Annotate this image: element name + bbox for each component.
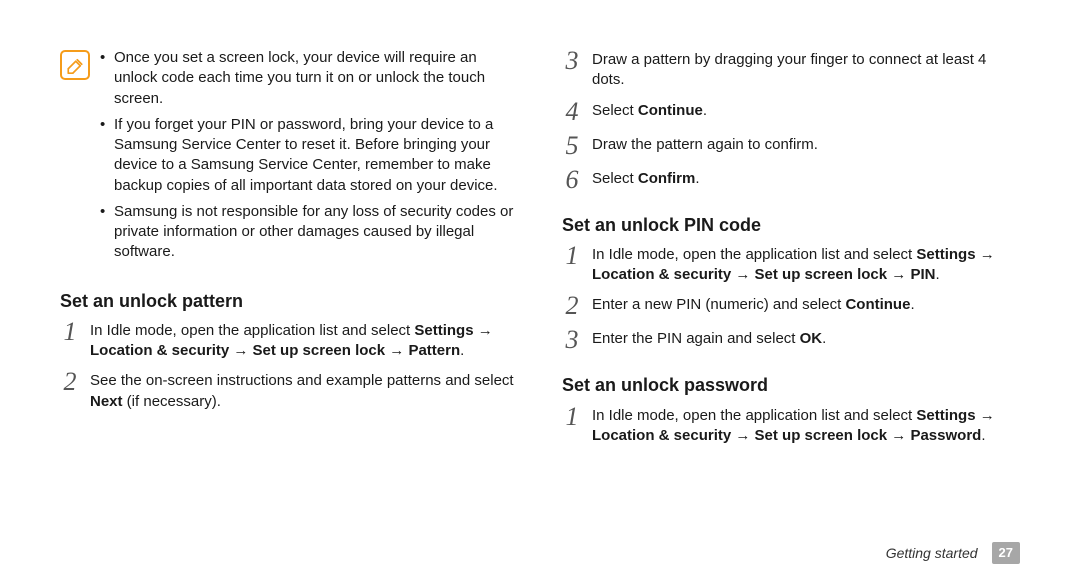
step-number: 6 (562, 167, 582, 193)
page-number: 27 (992, 542, 1020, 564)
heading-set-unlock-password: Set an unlock password (562, 373, 1020, 397)
note-icon (60, 50, 90, 80)
steps-pattern-continued: 3 Draw a pattern by dragging your finger… (562, 50, 1020, 193)
step-text: Select Continue. (592, 101, 1020, 121)
step-number: 3 (562, 327, 582, 353)
step: 1 In Idle mode, open the application lis… (562, 245, 1020, 286)
step: 6 Select Confirm. (562, 169, 1020, 193)
steps-pin: 1 In Idle mode, open the application lis… (562, 245, 1020, 354)
step-number: 2 (60, 369, 80, 395)
note-bullet: If you forget your PIN or password, brin… (100, 115, 518, 196)
step-text: Draw the pattern again to confirm. (592, 135, 1020, 155)
steps-password: 1 In Idle mode, open the application lis… (562, 406, 1020, 447)
step-number: 1 (562, 243, 582, 269)
steps-pattern: 1 In Idle mode, open the application lis… (60, 321, 518, 412)
step-number: 5 (562, 133, 582, 159)
step: 4 Select Continue. (562, 101, 1020, 125)
step-number: 2 (562, 293, 582, 319)
step-text: In Idle mode, open the application list … (592, 245, 1020, 286)
heading-set-unlock-pin: Set an unlock PIN code (562, 213, 1020, 237)
step: 2 Enter a new PIN (numeric) and select C… (562, 295, 1020, 319)
column-left: Once you set a screen lock, your device … (60, 48, 518, 456)
step-text: Draw a pattern by dragging your finger t… (592, 50, 1020, 91)
page-footer: Getting started 27 (886, 542, 1020, 564)
column-right: 3 Draw a pattern by dragging your finger… (562, 48, 1020, 456)
footer-section-label: Getting started (886, 544, 978, 563)
step-text: Enter a new PIN (numeric) and select Con… (592, 295, 1020, 315)
note-bullet: Samsung is not responsible for any loss … (100, 202, 518, 263)
heading-set-unlock-pattern: Set an unlock pattern (60, 289, 518, 313)
step: 1 In Idle mode, open the application lis… (60, 321, 518, 362)
step-text: Enter the PIN again and select OK. (592, 329, 1020, 349)
step-number: 1 (60, 319, 80, 345)
step: 3 Enter the PIN again and select OK. (562, 329, 1020, 353)
note-bullet: Once you set a screen lock, your device … (100, 48, 518, 109)
step-text: In Idle mode, open the application list … (90, 321, 518, 362)
step-text: See the on-screen instructions and examp… (90, 371, 518, 412)
step-text: In Idle mode, open the application list … (592, 406, 1020, 447)
step: 1 In Idle mode, open the application lis… (562, 406, 1020, 447)
note-bullets: Once you set a screen lock, your device … (100, 48, 518, 269)
page-columns: Once you set a screen lock, your device … (60, 48, 1020, 456)
step-number: 4 (562, 99, 582, 125)
step: 2 See the on-screen instructions and exa… (60, 371, 518, 412)
step: 5 Draw the pattern again to confirm. (562, 135, 1020, 159)
step-number: 1 (562, 404, 582, 430)
info-note: Once you set a screen lock, your device … (60, 48, 518, 269)
step-text: Select Confirm. (592, 169, 1020, 189)
step: 3 Draw a pattern by dragging your finger… (562, 50, 1020, 91)
step-number: 3 (562, 48, 582, 74)
